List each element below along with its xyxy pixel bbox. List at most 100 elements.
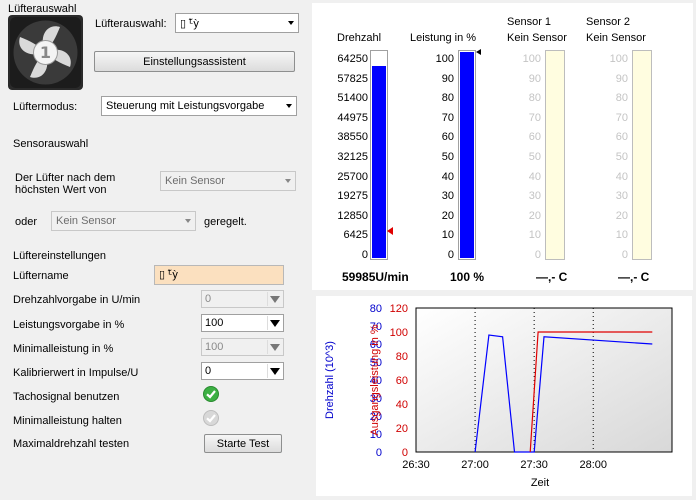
power-readout: 100 % [450,270,485,284]
sensor-text-line2: höchsten Wert von [15,184,107,196]
svg-text:1: 1 [40,43,51,62]
gauge-tick-label: 64250 [337,53,368,65]
x-axis-label: Zeit [531,477,549,489]
dropdown-arrow-icon[interactable] [267,292,282,306]
x-tick-label: 26:30 [402,459,430,471]
rpm-bar-fill [372,65,386,258]
sensor2-combobox[interactable]: Kein Sensor [51,211,196,231]
sensor1-combobox[interactable]: Kein Sensor [160,171,296,191]
dropdown-arrow-icon[interactable] [267,340,282,354]
fan-section-title: Lüfterauswahl [8,3,77,15]
x-tick-label: 27:00 [461,459,489,471]
gauge-tick-label: 6425 [343,229,368,242]
gauge-tick-label: 20 [441,209,454,222]
gauge-tick-label: 32125 [337,151,368,163]
gauge-tick-label: 10 [615,229,628,242]
y-right-tick-label: 0 [402,447,408,459]
gauge-tick-label: 100 [609,53,628,65]
sensor1-readout: —,- C [536,270,568,284]
fan-image: 1 [8,15,83,90]
speed-preset-value: 0 [205,293,212,305]
gauge-tick-label: 57825 [337,72,368,85]
rpm-setpoint-marker-icon [387,227,393,235]
gauge-tick-label: 19275 [337,190,368,203]
fan-mode-label: Lüftermodus: [13,101,78,113]
power-bar [458,50,476,260]
sensor2-value: Kein Sensor [56,215,116,227]
gauge-tick-label: 70 [528,111,541,124]
x-tick-label: 28:00 [579,459,607,471]
speed-preset-stepper[interactable]: 0 [201,290,284,308]
gauge-tick-label: 90 [528,72,541,85]
power-bar-fill [460,52,474,258]
sensor1-header: Sensor 1 [507,16,552,28]
calibration-stepper[interactable]: 0 [201,362,284,380]
sensor1-subheader: Kein Sensor [507,32,567,44]
fan-mode-combobox[interactable]: Steuerung mit Leistungsvorgabe [101,96,297,116]
fan-select-label: Lüfterauswahl: [95,18,167,30]
gauge-tick-label: 0 [447,249,454,261]
gauge-tick-label: 90 [615,72,628,85]
chevron-down-icon [285,179,291,183]
tacho-checkbox-checkmark-icon[interactable] [203,386,219,402]
min-power-label: Minimalleistung in % [13,343,114,355]
gauge-tick-label: 10 [528,229,541,242]
gauge-tick-label: 30 [528,190,541,203]
min-power-stepper[interactable]: 100 [201,338,284,356]
gauge-tick-label: 40 [615,170,628,183]
calibration-label: Kalibrierwert in Impulse/U [13,367,139,379]
gauge-tick-label: 80 [615,92,628,105]
regulated-label: geregelt. [204,216,247,228]
y-left-tick-label: 80 [370,303,382,315]
gauge-tick-label: 30 [441,190,454,203]
power-preset-stepper[interactable]: 100 [201,314,284,332]
gauge-tick-label: 60 [615,131,628,144]
rpm-bar [370,50,388,260]
gauge-tick-label: 0 [534,249,541,261]
setup-assistant-button[interactable]: Einstellungsassistent [94,51,295,72]
y-right-tick-label: 80 [396,351,408,363]
gauge-tick-label: 100 [435,53,454,65]
dropdown-arrow-icon[interactable] [267,364,282,378]
gauge-tick-label: 50 [441,151,454,163]
gauge-tick-label: 80 [528,92,541,105]
y-right-tick-label: 40 [396,399,408,411]
hold-min-checkbox-checkmark-icon[interactable] [203,410,219,426]
plot-area [415,307,673,453]
fan-select-combobox[interactable]: ▯ ᒻ̃ỳ [175,13,299,33]
gauge-tick-label: 44975 [337,111,368,124]
max-speed-test-label: Maximaldrehzahl testen [13,438,130,450]
gauge-tick-label: 60 [528,131,541,144]
x-tick-label: 27:30 [520,459,548,471]
fan-icon: 1 [10,17,81,88]
gauge-tick-label: 30 [615,190,628,203]
sensor2-header: Sensor 2 [586,16,631,28]
start-test-button[interactable]: Starte Test [204,434,282,453]
chart-svg: 26:30 27:00 27:30 28:0001020304050607080020… [316,296,692,496]
dropdown-arrow-icon[interactable] [267,316,282,330]
chevron-down-icon [286,104,292,108]
fan-select-value: ▯ ᒻ̃ỳ [180,17,199,30]
y-right-axis-label: Ausgangsleistung in % [369,324,381,436]
min-power-value: 100 [205,341,224,353]
fan-name-label: Lüftername [13,270,69,282]
power-preset-value: 100 [205,317,224,329]
calibration-value: 0 [205,365,212,377]
gauge-tick-label: 12850 [337,209,368,222]
speed-preset-label: Drehzahlvorgabe in U/min [13,294,141,306]
sensor2-subheader: Kein Sensor [586,32,646,44]
gauge-tick-label: 38550 [337,131,368,144]
y-right-tick-label: 60 [396,375,408,387]
speed-power-chart: 26:30 27:00 27:30 28:00 0 10 20 30 40 50 60 70 80 0 20… [316,296,692,496]
rpm-header: Drehzahl [337,32,382,44]
gauge-tick-label: 20 [528,209,541,222]
y-right-tick-label: 120 [390,303,408,315]
rpm-readout: 59985U/min [342,270,409,284]
gauge-tick-label: 80 [441,92,454,105]
fan-name-input[interactable]: ▯ ᒻ̃ỳ [154,265,284,285]
chevron-down-icon [288,21,294,25]
gauge-tick-label: 50 [615,151,628,163]
gauge-tick-label: 50 [528,151,541,163]
fan-settings-title: Lüftereinstellungen [13,250,106,262]
gauge-tick-label: 0 [621,249,628,261]
